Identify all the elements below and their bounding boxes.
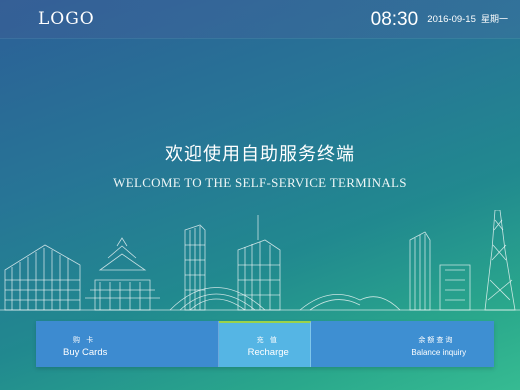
recharge-label-en: Recharge — [247, 347, 289, 358]
clock-date: 2016-09-15 — [427, 14, 476, 25]
city-skyline-illustration — [0, 210, 520, 311]
balance-inquiry-label-en: Balance inquiry — [411, 348, 467, 357]
balance-inquiry-label-cn: 余额查询 — [418, 336, 455, 344]
top-bar: LOGO 08:30 2016-09-15 星期一 — [0, 0, 520, 38]
clock-time: 08:30 — [370, 9, 419, 30]
buy-cards-label-cn: 购 卡 — [73, 336, 96, 344]
buy-cards-button[interactable]: 购 卡 Buy Cards — [36, 321, 219, 367]
buy-cards-label-en: Buy Cards — [63, 347, 108, 358]
service-menu: 购 卡 Buy Cards 充 值 Recharge 余额查询 Balance … — [36, 321, 494, 367]
recharge-label-cn: 充 值 — [256, 336, 279, 344]
balance-inquiry-button[interactable]: 余额查询 Balance inquiry — [311, 321, 494, 367]
welcome-subtitle: WELCOME TO THE SELF-SERVICE TERMINALS — [113, 175, 407, 190]
recharge-button[interactable]: 充 值 Recharge — [218, 321, 312, 367]
logo: LOGO — [38, 9, 95, 29]
clock-weekday: 星期一 — [480, 15, 508, 25]
welcome-title: 欢迎使用自助服务终端 — [165, 144, 355, 165]
clock: 08:30 2016-09-15 星期一 — [371, 9, 508, 31]
